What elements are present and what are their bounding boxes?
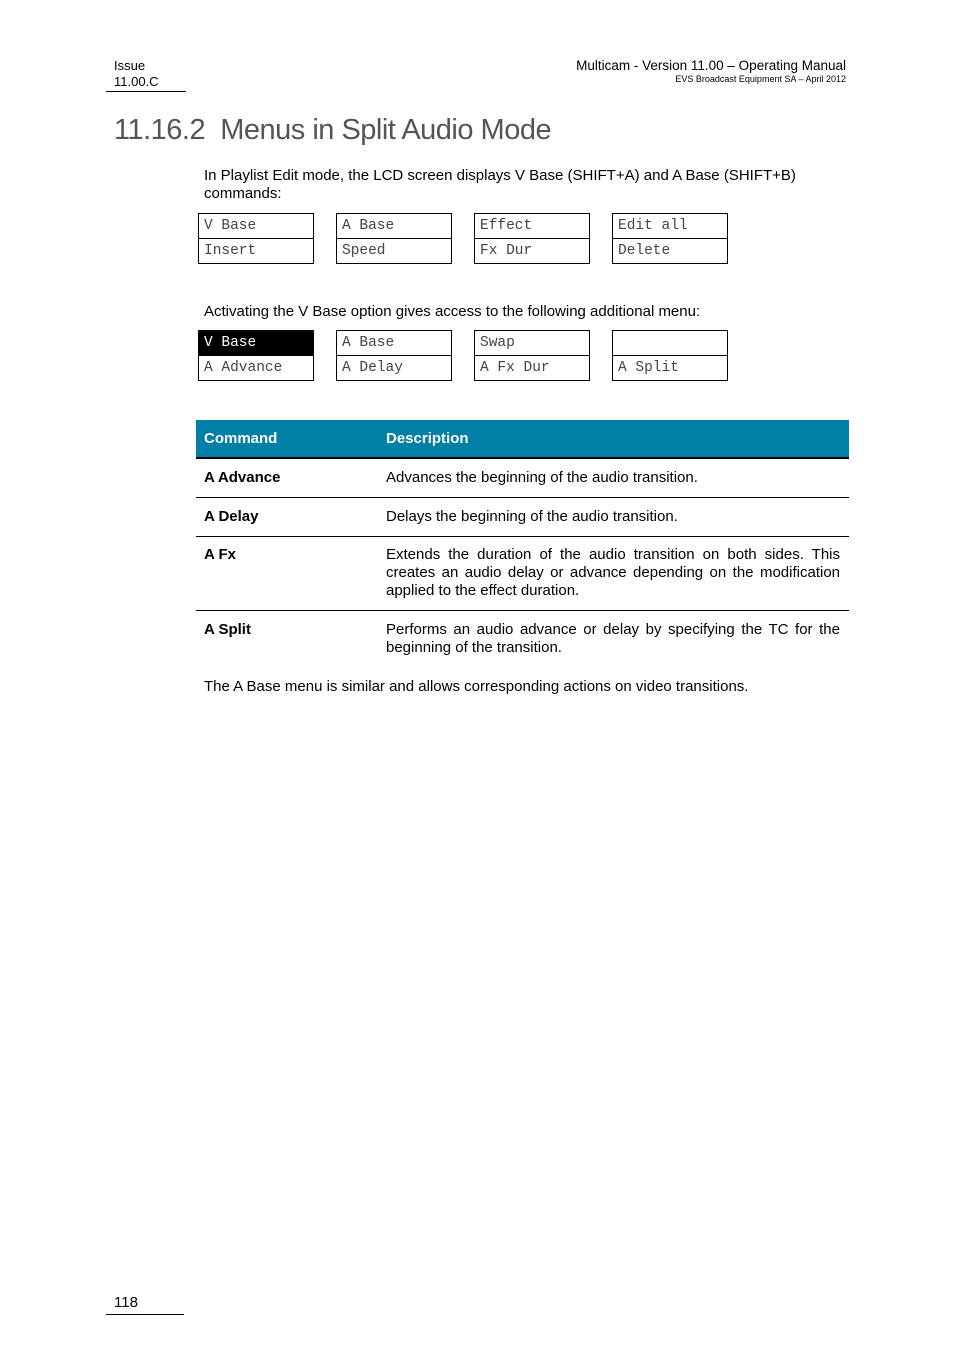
page-number: 118	[114, 1294, 138, 1311]
lcd-menu-2: V Base A Advance A Base A Delay Swap A F…	[198, 330, 728, 381]
column-header-description: Description	[386, 430, 469, 447]
table-row: A Fx Extends the duration of the audio t…	[196, 537, 849, 611]
column-header-command: Command	[204, 430, 278, 447]
issue-block: Issue 11.00.C	[106, 58, 186, 92]
publisher: EVS Broadcast Equipment SA – April 2012	[675, 74, 846, 84]
table-row: A Split Performs an audio advance or del…	[196, 611, 849, 667]
manual-block: Multicam - Version 11.00 – Operating Man…	[576, 58, 846, 85]
lcd-cell-top: Effect	[480, 218, 533, 234]
intro-text: In Playlist Edit mode, the LCD screen di…	[204, 167, 796, 202]
lcd-key: V Base A Advance	[198, 330, 314, 381]
lcd-cell-bottom: A Fx Dur	[475, 355, 589, 380]
page-footer: 118	[106, 1294, 184, 1315]
manual-title: Multicam - Version 11.00 – Operating Man…	[576, 58, 846, 73]
description-cell: Delays the beginning of the audio transi…	[386, 508, 678, 525]
lcd-cell-bottom: Speed	[337, 238, 451, 263]
table-row: A Advance Advances the beginning of the …	[196, 459, 849, 498]
issue-label: Issue	[114, 58, 146, 73]
activation-text: Activating the V Base option gives acces…	[204, 303, 701, 320]
command-cell: A Delay	[204, 508, 259, 525]
lcd-cell-top: Swap	[480, 335, 515, 351]
lcd-cell-bottom: A Split	[613, 355, 727, 380]
issue-value: 11.00.C	[114, 74, 159, 89]
closing-text: The A Base menu is similar and allows co…	[204, 678, 749, 695]
lcd-key: A Base A Delay	[336, 330, 452, 381]
lcd-cell-bottom: A Delay	[337, 355, 451, 380]
lcd-key: A Split	[612, 330, 728, 381]
lcd-key: A Base Speed	[336, 213, 452, 264]
lcd-cell-top-highlighted: V Base	[199, 331, 313, 355]
lcd-key: Edit all Delete	[612, 213, 728, 264]
lcd-cell-bottom: Insert	[199, 238, 313, 263]
lcd-cell-top: A Base	[342, 218, 395, 234]
description-cell: Extends the duration of the audio transi…	[386, 546, 840, 599]
lcd-cell-top: A Base	[342, 335, 395, 351]
footer-rule	[106, 1314, 184, 1315]
lcd-cell-bottom: A Advance	[199, 355, 313, 380]
lcd-cell-bottom: Fx Dur	[475, 238, 589, 263]
lcd-cell-top	[613, 331, 727, 355]
section-title: 11.16.2 Menus in Split Audio Mode	[114, 114, 552, 146]
lcd-key: Effect Fx Dur	[474, 213, 590, 264]
lcd-menu-1: V Base Insert A Base Speed Effect Fx Dur…	[198, 213, 728, 264]
lcd-cell-bottom: Delete	[613, 238, 727, 263]
table-header: Command Description	[196, 420, 849, 459]
description-cell: Performs an audio advance or delay by sp…	[386, 621, 840, 656]
lcd-key: V Base Insert	[198, 213, 314, 264]
table-row: A Delay Delays the beginning of the audi…	[196, 498, 849, 537]
lcd-cell-top: V Base	[204, 218, 257, 234]
command-table: Command Description A Advance Advances t…	[196, 420, 849, 667]
command-cell: A Advance	[204, 469, 281, 486]
command-cell: A Fx	[204, 546, 236, 563]
command-cell: A Split	[204, 621, 251, 638]
header-rule	[106, 91, 186, 92]
description-cell: Advances the beginning of the audio tran…	[386, 469, 698, 486]
lcd-key: Swap A Fx Dur	[474, 330, 590, 381]
lcd-cell-top: Edit all	[618, 218, 688, 234]
